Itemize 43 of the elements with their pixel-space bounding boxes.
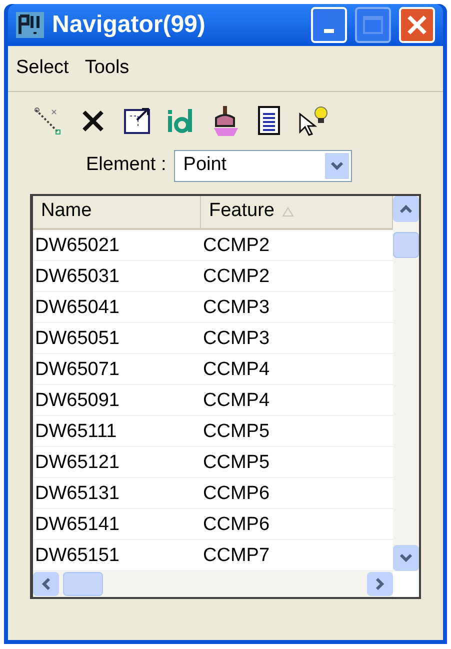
table-cell-text: CCMP3: [202, 296, 271, 320]
scroll-up-icon[interactable]: [393, 196, 419, 222]
menu-item[interactable]: Select: [16, 54, 69, 82]
table-cell-text: DW65091: [34, 388, 120, 412]
table-cell-text: DW65031: [34, 264, 120, 288]
table-cell-text: DW65141: [34, 512, 120, 536]
table-cell-text: CCMP5: [202, 450, 271, 474]
vertical-scrollbar[interactable]: [393, 196, 419, 570]
table-cell-text: CCMP6: [202, 512, 271, 536]
table-cell-text: CCMP7: [202, 544, 271, 568]
scroll-down-icon[interactable]: [393, 544, 419, 570]
table-cell-text: DW65121: [34, 450, 120, 474]
minimize-button[interactable]: [311, 7, 347, 43]
table-cell-text: DW65111: [34, 420, 118, 444]
table-cell-text: CCMP4: [202, 358, 271, 382]
table-cell-text: CCMP5: [202, 420, 271, 444]
table-cell-text: DW65051: [34, 326, 120, 350]
scroll-left-icon[interactable]: [33, 572, 59, 596]
table-cell-text: CCMP6: [202, 482, 271, 506]
scroll-thumb[interactable]: [393, 232, 419, 258]
app-icon: [16, 12, 44, 38]
column-header[interactable]: Name: [33, 196, 201, 228]
table-cell-text: DW65041: [34, 296, 120, 320]
minimize-icon: [324, 29, 334, 33]
menu-item[interactable]: Tools: [84, 54, 130, 82]
element-dropdown[interactable]: Point: [174, 150, 352, 182]
table-cell-text: DW65071: [34, 358, 120, 382]
table-cell-text: CCMP2: [202, 264, 271, 288]
table-cell-text: DW65151: [34, 544, 120, 568]
table-cell-text: CCMP3: [202, 326, 271, 350]
element-label: Element :: [86, 153, 166, 178]
maximize-icon: [363, 16, 383, 34]
table-cell-text: CCMP4: [202, 388, 271, 412]
close-button[interactable]: [399, 7, 435, 43]
scroll-thumb[interactable]: [63, 572, 103, 596]
table-cell-text: DW65021: [34, 234, 120, 258]
dropdown-icon: [325, 152, 350, 178]
scroll-right-icon[interactable]: [367, 572, 393, 596]
table-cell-text: DW65131: [34, 482, 120, 506]
close-icon: [406, 14, 428, 36]
table-cell-text: CCMP2: [202, 234, 271, 258]
window-title: Navigator(99): [52, 10, 206, 40]
horizontal-scrollbar[interactable]: [33, 570, 393, 596]
